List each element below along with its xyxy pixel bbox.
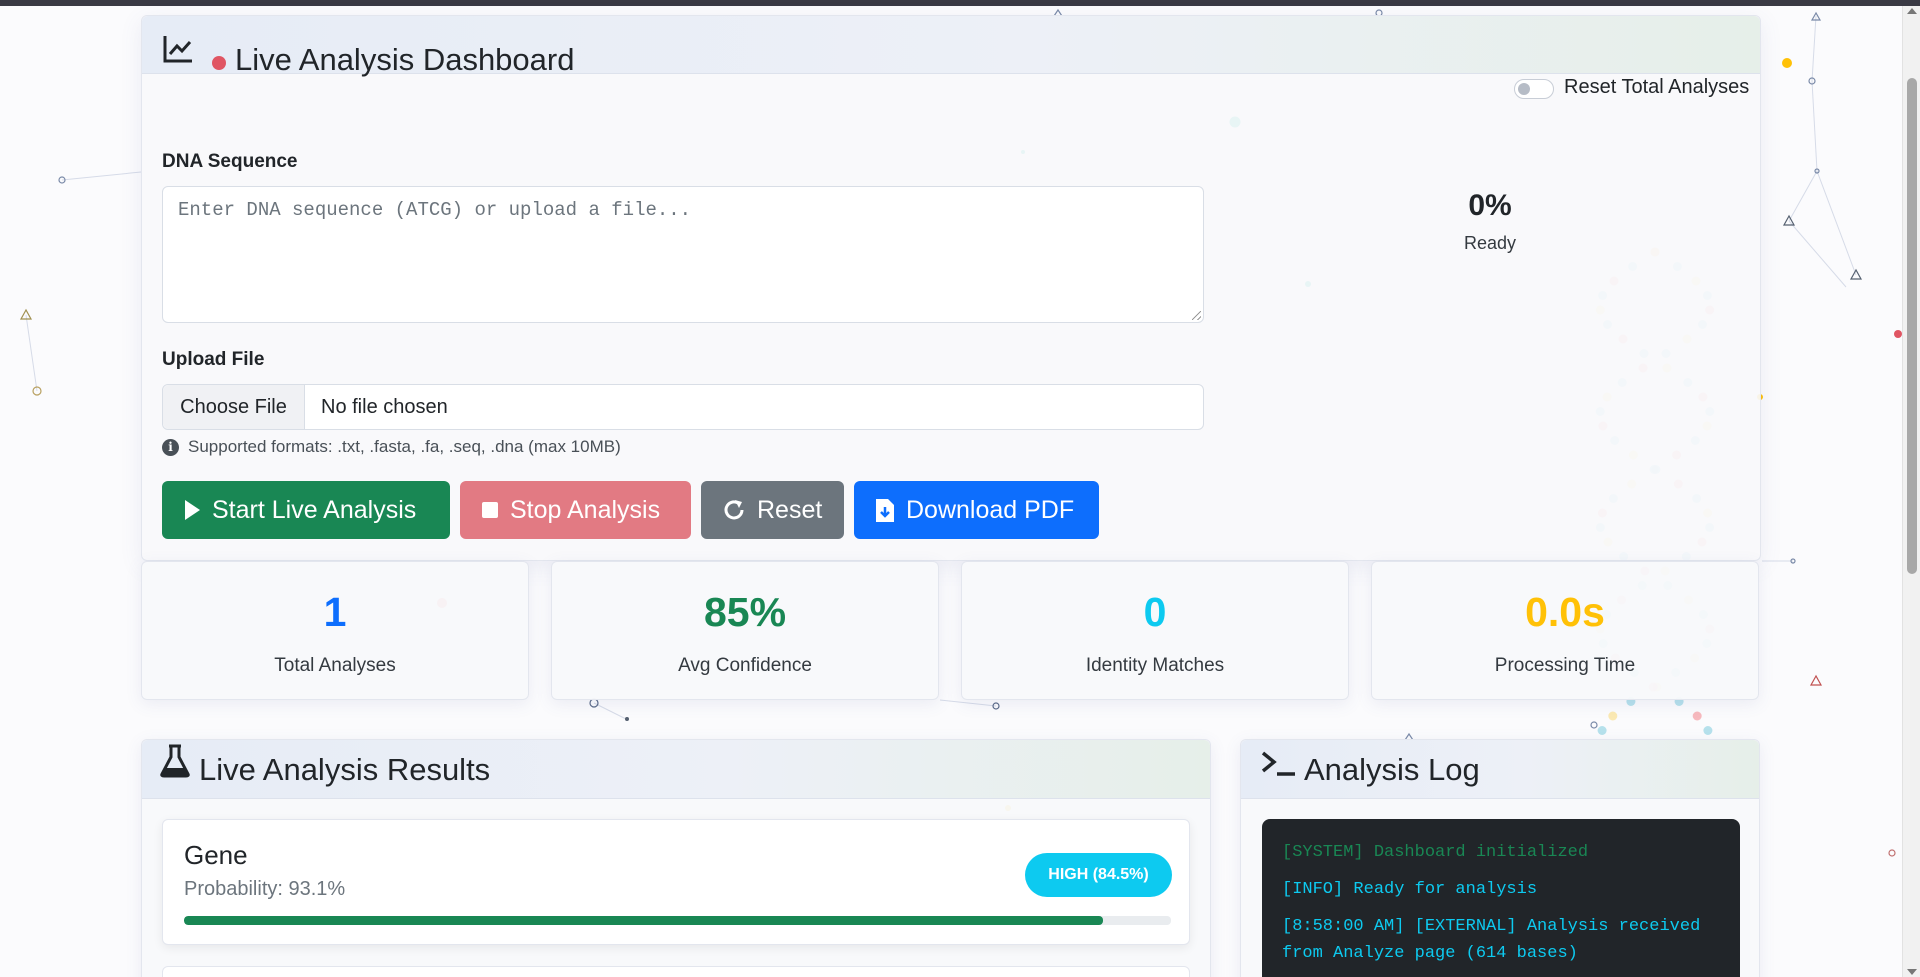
resize-grip-icon[interactable] [1192,311,1201,320]
log-line: [8:58:00 AM] [EXTERNAL] Analysis receive… [1282,917,1701,963]
confidence-badge: HIGH (84.5%) [1025,853,1172,897]
stat-value: 0 [1143,589,1167,635]
helix-dot [1692,711,1702,721]
result-name: Gene [184,840,248,870]
terminal-icon [1261,751,1295,776]
probability-bar [184,916,1171,925]
reset-total-label: Reset Total Analyses [1564,76,1750,98]
live-dot-icon [212,56,226,70]
browser-top-strip [0,0,1920,6]
result-probability: Probability: 93.1% [184,878,346,900]
download-pdf-button[interactable]: Download PDF [854,481,1099,539]
reset-button[interactable]: Reset [701,481,844,539]
file-download-icon [876,498,894,522]
play-icon [185,500,200,520]
stop-icon [482,502,498,518]
chart-line-icon [163,36,192,63]
reset-total-toggle[interactable] [1514,79,1554,99]
start-analysis-button[interactable]: Start Live Analysis [162,481,450,539]
dna-sequence-label: DNA Sequence [162,151,298,172]
scroll-up-arrow-icon[interactable] [1907,8,1917,14]
log-line: [INFO] Ready for analysis [1282,880,1538,899]
upload-file-label: Upload File [162,349,265,370]
stat-total-analyses: 1 Total Analyses [141,561,529,700]
file-status: No file chosen [321,396,448,418]
result-item [162,966,1190,977]
log-header: Analysis Log [1241,740,1759,799]
scroll-down-arrow-icon[interactable] [1907,969,1917,975]
stat-processing-time: 0.0s Processing Time [1371,561,1759,700]
reset-label: Reset [757,495,823,524]
flask-icon [160,744,190,778]
helix-dot [1608,711,1618,721]
stat-label: Total Analyses [274,655,396,676]
stop-analysis-button[interactable]: Stop Analysis [460,481,691,539]
choose-file-button[interactable]: Choose File [163,385,305,429]
stat-label: Processing Time [1494,655,1636,676]
info-icon: i [162,438,179,456]
stat-identity-matches: 0 Identity Matches [961,561,1349,700]
stat-value: 1 [323,589,347,635]
stat-value: 0.0s [1525,589,1605,635]
start-analysis-label: Start Live Analysis [212,495,417,524]
results-header: Live Analysis Results [142,740,1210,799]
reset-icon [724,500,744,520]
helix-dot [1597,726,1607,735]
stat-label: Avg Confidence [678,655,812,676]
stat-value: 85% [703,589,787,635]
progress-percent: 0% [1468,189,1512,222]
log-terminal: [SYSTEM] Dashboard initialized [INFO] Re… [1262,819,1740,977]
dna-sequence-input[interactable] [162,186,1204,323]
helix-dot [1703,726,1713,735]
stat-avg-confidence: 85% Avg Confidence [551,561,939,700]
result-item: Gene Probability: 93.1% HIGH (84.5%) [162,819,1190,945]
scroll-thumb[interactable] [1907,78,1917,574]
log-title: Analysis Log [1304,752,1480,787]
toggle-knob [1518,83,1530,95]
stat-label: Identity Matches [1085,655,1225,676]
card-header: Live Analysis Dashboard [142,16,1760,77]
download-pdf-label: Download PDF [906,495,1075,524]
analysis-log-panel: Analysis Log [SYSTEM] Dashboard initiali… [1240,739,1760,977]
probability-bar-fill [184,916,1103,925]
file-upload-input[interactable]: Choose File No file chosen [162,384,1204,430]
formats-hint-text: Supported formats: .txt, .fasta, .fa, .s… [188,437,621,456]
progress-status: Ready [1463,233,1517,253]
formats-hint: i Supported formats: .txt, .fasta, .fa, … [162,437,621,457]
page-title: Live Analysis Dashboard [235,42,575,77]
stop-analysis-label: Stop Analysis [510,495,661,524]
results-title: Live Analysis Results [199,752,491,787]
log-line: [SYSTEM] Dashboard initialized [1282,843,1589,862]
live-results-panel: Live Analysis Results Gene Probability: … [141,739,1211,977]
page-scrollbar[interactable] [1902,6,1920,977]
